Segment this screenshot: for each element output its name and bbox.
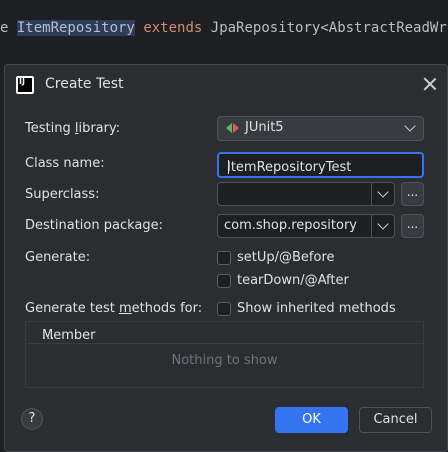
- teardown-label[interactable]: tearDown/@After: [237, 273, 349, 288]
- help-button[interactable]: ?: [21, 408, 43, 430]
- close-icon[interactable]: [423, 77, 437, 91]
- testing-library-value: JUnit5: [245, 120, 284, 135]
- editor-code-line: e ItemRepository extends JpaRepository<A…: [0, 17, 448, 39]
- ok-button[interactable]: OK: [275, 407, 348, 433]
- class-name-label: Class name:: [25, 156, 105, 171]
- testing-library-label: Testing library:: [25, 121, 121, 136]
- members-table-header[interactable]: ... Member: [26, 322, 423, 344]
- show-inherited-label[interactable]: Show inherited methods: [237, 301, 396, 316]
- setup-label[interactable]: setUp/@Before: [237, 250, 335, 265]
- code-prefix: e: [0, 20, 17, 36]
- class-name-input[interactable]: ItemRepositoryTest: [217, 152, 424, 178]
- code-class-name: ItemRepository: [16, 20, 135, 36]
- destination-package-label: Destination package:: [25, 218, 163, 233]
- generate-label: Generate:: [25, 250, 91, 265]
- destination-package-combo[interactable]: com.shop.repository: [217, 214, 395, 238]
- dialog-title: Create Test: [45, 76, 124, 92]
- superclass-browse-button[interactable]: ...: [401, 182, 424, 206]
- show-inherited-checkbox[interactable]: [217, 302, 231, 316]
- testing-library-dropdown[interactable]: JUnit5: [217, 116, 424, 141]
- dialog-titlebar[interactable]: Create Test: [5, 65, 447, 105]
- generate-methods-label: Generate test methods for:: [25, 301, 203, 316]
- members-table[interactable]: ... Member Nothing to show: [25, 321, 424, 388]
- class-name-value: ItemRepositoryTest: [227, 160, 352, 175]
- code-keyword: extends: [143, 20, 203, 36]
- chevron-down-icon[interactable]: [377, 218, 389, 230]
- teardown-checkbox[interactable]: [217, 274, 231, 288]
- members-header-label: Member: [42, 328, 96, 343]
- create-test-dialog: Create Test Testing library: JUnit5 Clas…: [4, 64, 448, 452]
- intellij-app-icon: [16, 76, 34, 94]
- cancel-button[interactable]: Cancel: [359, 407, 432, 433]
- setup-checkbox[interactable]: [217, 251, 231, 265]
- superclass-label: Superclass:: [25, 187, 100, 202]
- destination-package-browse-button[interactable]: ...: [401, 214, 424, 238]
- chevron-down-icon: [404, 120, 416, 132]
- code-rest: JpaRepository<AbstractReadWriteA: [210, 20, 448, 36]
- chevron-down-icon[interactable]: [377, 186, 389, 198]
- destination-package-value: com.shop.repository: [224, 218, 357, 233]
- superclass-combo[interactable]: [217, 182, 395, 206]
- members-empty-text: Nothing to show: [171, 353, 278, 368]
- junit-icon: [226, 121, 240, 135]
